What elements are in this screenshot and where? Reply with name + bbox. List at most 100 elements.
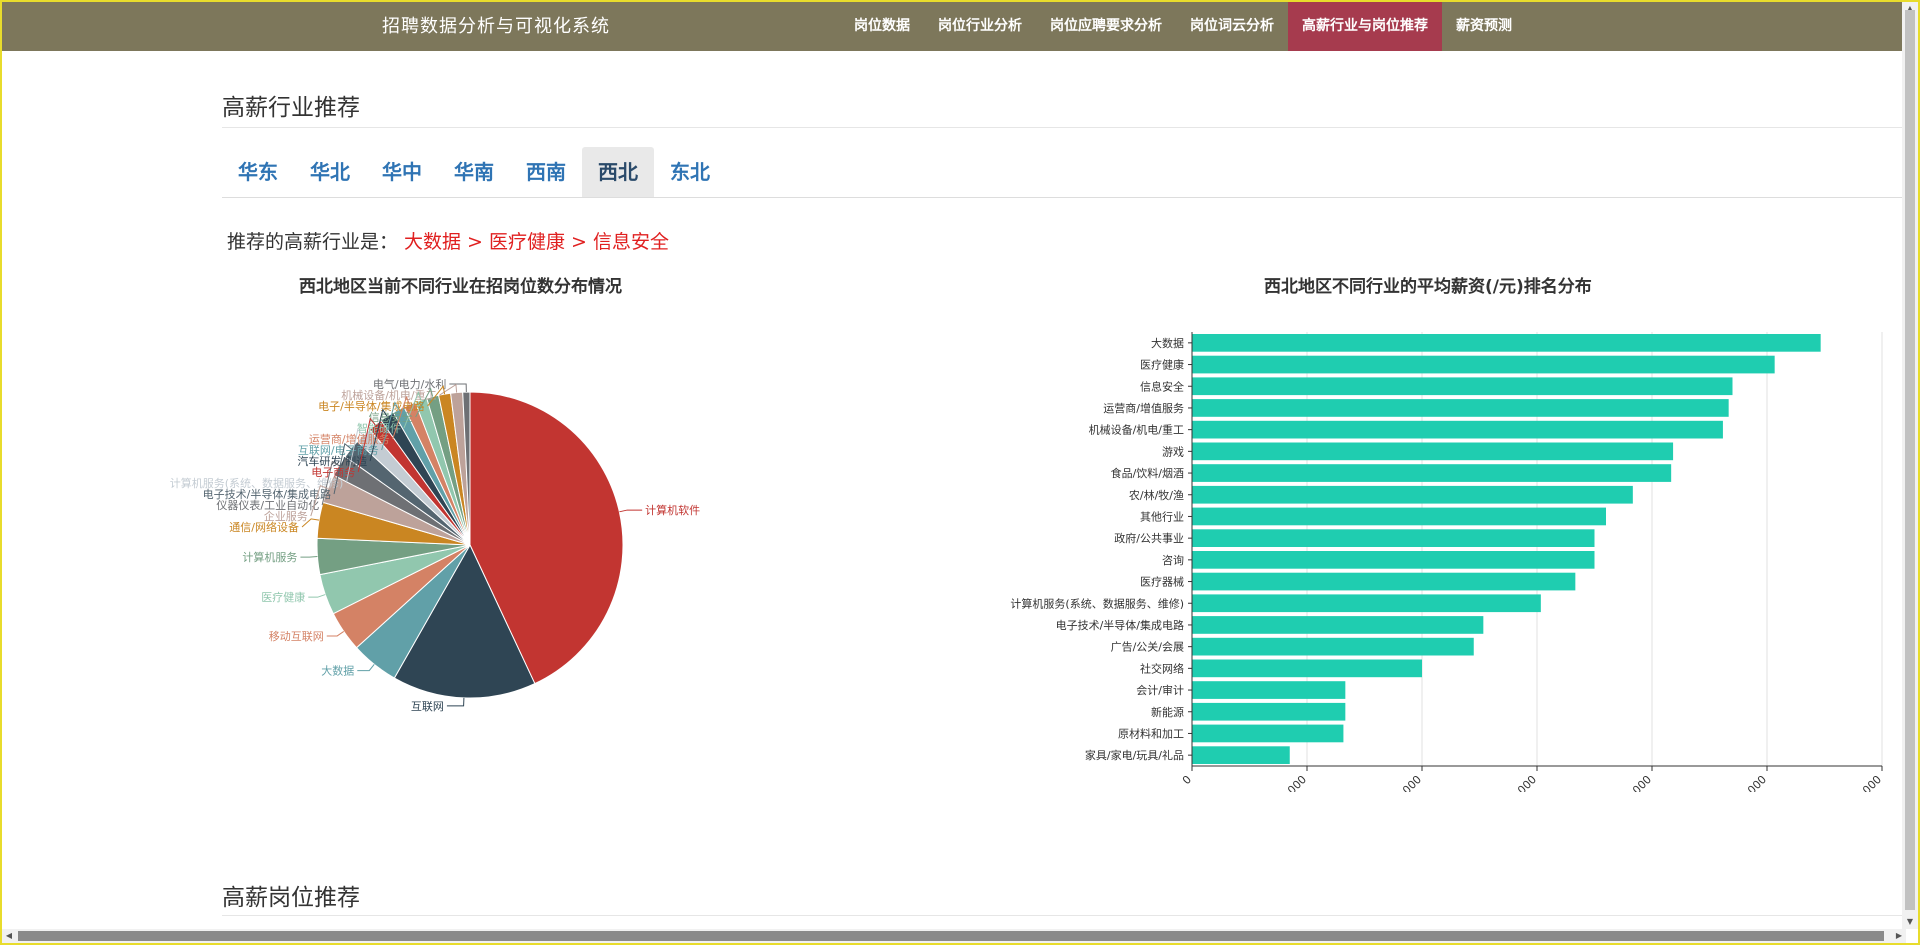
region-tab[interactable]: 西北 xyxy=(582,147,654,197)
bar[interactable] xyxy=(1192,702,1346,721)
y-category-label: 咨询 xyxy=(1162,553,1184,567)
bar[interactable] xyxy=(1192,572,1576,591)
region-tab[interactable]: 华中 xyxy=(366,147,438,197)
x-tick-label: 9,000 xyxy=(1508,773,1539,792)
bar[interactable] xyxy=(1192,746,1290,764)
y-category-label: 大数据 xyxy=(1151,336,1184,350)
section-title-industry: 高薪行业推荐 xyxy=(222,95,360,121)
pie-chart-title: 西北地区当前不同行业在招岗位数分布情况 xyxy=(299,277,622,297)
pie-label-text: 互联网 xyxy=(411,700,444,713)
y-category-label: 会计/审计 xyxy=(1136,683,1184,697)
y-category-label: 家具/家电/玩具/礼品 xyxy=(1085,748,1184,762)
bar[interactable] xyxy=(1192,399,1729,417)
recommend-value: 大数据 > 医疗健康 > 信息安全 xyxy=(404,231,670,253)
bar[interactable] xyxy=(1192,681,1346,699)
bar[interactable] xyxy=(1192,442,1674,461)
y-category-label: 农/林/牧/渔 xyxy=(1129,488,1184,502)
bar[interactable] xyxy=(1192,551,1595,569)
pie-label-line xyxy=(357,664,375,672)
bar[interactable] xyxy=(1192,594,1541,613)
nav-item[interactable]: 岗位行业分析 xyxy=(924,2,1036,51)
x-tick-label: 0 xyxy=(1180,773,1194,787)
bar[interactable] xyxy=(1192,377,1733,396)
vertical-scrollbar[interactable]: ▲ ▼ xyxy=(1902,2,1918,929)
pie-label-line xyxy=(449,383,467,393)
y-category-label: 运营商/增值服务 xyxy=(1103,401,1184,415)
section-title-jobs: 高薪岗位推荐 xyxy=(222,885,360,911)
pie-label-text: 计算机软件 xyxy=(645,503,700,517)
x-tick-label: 18,000 xyxy=(1848,773,1884,792)
bar[interactable] xyxy=(1192,529,1595,547)
y-category-label: 医疗健康 xyxy=(1140,358,1184,372)
nav-item[interactable]: 薪资预测 xyxy=(1442,2,1526,51)
pie-chart: 电气/电力/水利机械设备/机电/重工电子/半导体/集成电路信息安全智能硬件运营商… xyxy=(170,377,700,713)
nav-item[interactable]: 高薪行业与岗位推荐 xyxy=(1288,2,1442,51)
y-category-label: 其他行业 xyxy=(1140,510,1184,523)
bar-chart-title: 西北地区不同行业的平均薪资(/元)排名分布 xyxy=(1264,277,1592,297)
x-tick-label: 6,000 xyxy=(1393,773,1424,792)
horizontal-scrollbar[interactable]: ◀ ▶ xyxy=(2,929,1906,943)
nav-item[interactable]: 岗位数据 xyxy=(840,2,924,51)
x-tick-label: 12,000 xyxy=(1618,773,1654,792)
bar[interactable] xyxy=(1192,485,1633,504)
y-category-label: 政府/公共事业 xyxy=(1114,531,1184,545)
pie-label: 互联网 xyxy=(411,697,465,713)
region-tab[interactable]: 华北 xyxy=(294,147,366,197)
bar[interactable] xyxy=(1192,616,1484,634)
y-category-label: 新能源 xyxy=(1151,705,1184,719)
pie-label: 计算机服务 xyxy=(242,550,318,564)
pie-label-line xyxy=(619,509,643,513)
bar[interactable] xyxy=(1192,507,1606,526)
bar[interactable] xyxy=(1192,464,1672,482)
y-category-label: 社交网络 xyxy=(1140,661,1184,675)
nav-item[interactable]: 岗位词云分析 xyxy=(1176,2,1288,51)
scroll-left-icon[interactable]: ◀ xyxy=(2,929,16,943)
bar[interactable] xyxy=(1192,637,1474,656)
region-tab[interactable]: 华南 xyxy=(438,147,510,197)
y-category-label: 食品/饮料/烟酒 xyxy=(1111,466,1184,480)
y-category-label: 信息安全 xyxy=(1140,379,1184,393)
region-tab[interactable]: 华东 xyxy=(222,147,294,197)
bar[interactable] xyxy=(1192,334,1821,352)
bar[interactable] xyxy=(1192,355,1775,374)
y-category-label: 计算机服务(系统、数据服务、维修) xyxy=(1010,596,1184,610)
scroll-right-icon[interactable]: ▶ xyxy=(1892,929,1906,943)
pie-label: 大数据 xyxy=(321,664,375,678)
tabs-divider xyxy=(222,197,1906,198)
pie-label-line xyxy=(326,631,345,637)
region-tab[interactable]: 西南 xyxy=(510,147,582,197)
pie-label-text: 医疗健康 xyxy=(261,590,305,604)
bar-chart: 0 3,000 6,000 9,000 12,000 15,000 18,000 大数据医疗健… xyxy=(1010,332,1884,792)
nav-menu: 岗位数据 岗位行业分析 岗位应聘要求分析 岗位词云分析 高薪行业与岗位推荐 薪资预测 xyxy=(840,2,1526,51)
top-navbar: 招聘数据分析与可视化系统 岗位数据 岗位行业分析 岗位应聘要求分析 岗位词云分析 高薪行… xyxy=(2,2,1906,51)
pie-label: 医疗健康 xyxy=(261,590,326,604)
pie-label-text: 大数据 xyxy=(321,664,354,678)
pie-label: 计算机软件 xyxy=(619,503,700,517)
x-tick-label: 3,000 xyxy=(1278,773,1309,792)
bar[interactable] xyxy=(1192,724,1344,743)
recommend-label: 推荐的高薪行业是： xyxy=(227,231,399,253)
pie-label-line xyxy=(446,697,465,707)
region-tab[interactable]: 东北 xyxy=(654,147,726,197)
nav-item[interactable]: 岗位应聘要求分析 xyxy=(1036,2,1176,51)
app-title[interactable]: 招聘数据分析与可视化系统 xyxy=(382,2,610,51)
y-category-label: 游戏 xyxy=(1162,445,1184,458)
scroll-thumb[interactable] xyxy=(1905,10,1915,910)
scroll-down-icon[interactable]: ▼ xyxy=(1902,915,1918,929)
y-category-label: 电子技术/半导体/集成电路 xyxy=(1056,618,1184,632)
bar[interactable] xyxy=(1192,420,1723,439)
scroll-thumb-h[interactable] xyxy=(18,931,1884,941)
divider xyxy=(222,127,1906,128)
recommend-line: 推荐的高薪行业是： 大数据 > 医疗健康 > 信息安全 xyxy=(227,227,669,254)
bar[interactable] xyxy=(1192,659,1422,678)
pie-label-text: 通信/网络设备 xyxy=(229,520,299,534)
region-tabs: 华东 华北 华中 华南 西南 西北 东北 xyxy=(222,147,726,198)
y-category-label: 广告/公关/会展 xyxy=(1111,640,1184,654)
y-category-label: 医疗器械 xyxy=(1140,575,1184,589)
y-category-label: 机械设备/机电/重工 xyxy=(1089,423,1184,437)
pie-label: 移动互联网 xyxy=(269,630,345,643)
y-category-label: 原材料和加工 xyxy=(1118,726,1184,740)
pie-label-text: 计算机服务 xyxy=(242,550,297,564)
x-tick-label: 15,000 xyxy=(1733,773,1769,792)
pie-label-line xyxy=(308,594,326,598)
